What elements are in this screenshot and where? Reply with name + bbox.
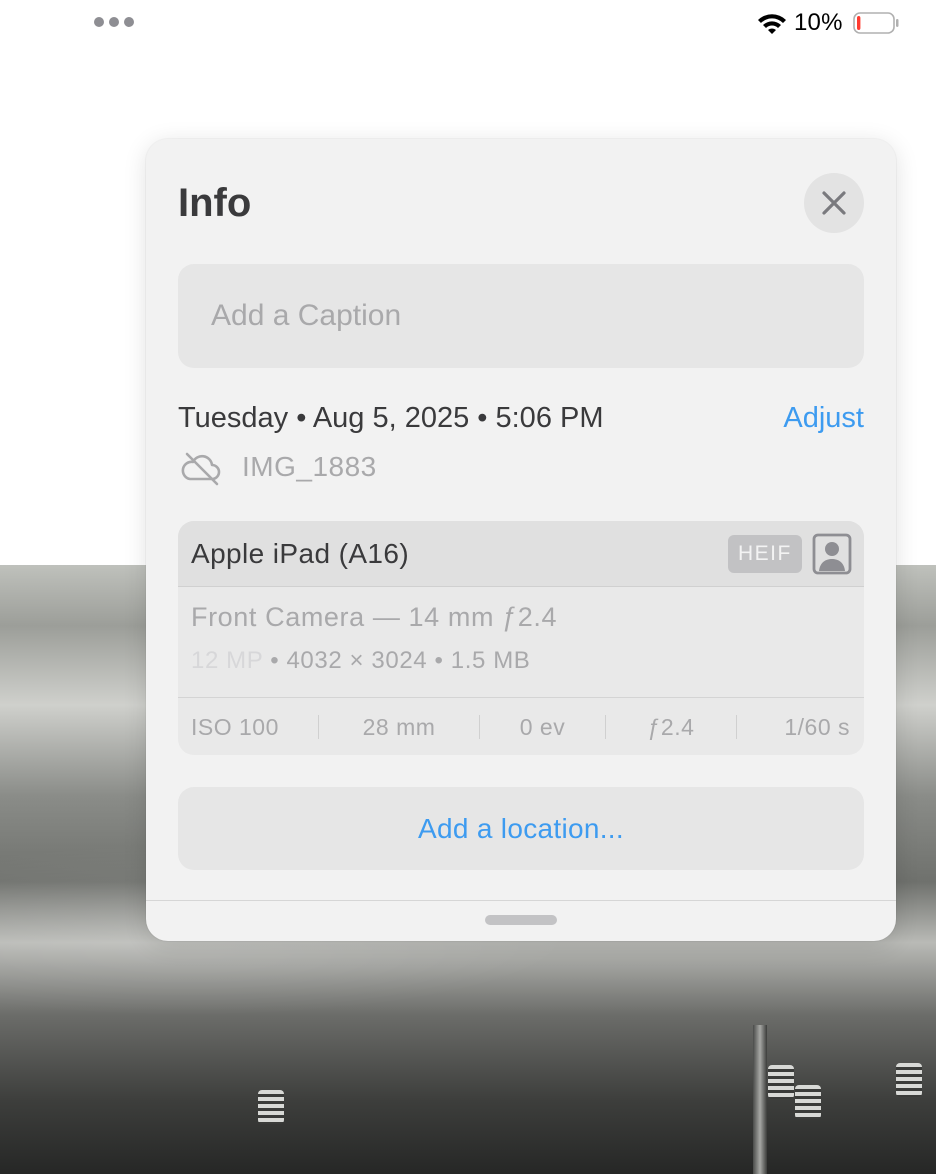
date-time: Tuesday • Aug 5, 2025 • 5:06 PM	[178, 402, 604, 434]
close-button[interactable]	[804, 173, 864, 233]
metadata-header: Apple iPad (A16) HEIF	[178, 521, 864, 587]
exif-focal-length: 28 mm	[362, 713, 436, 740]
adjust-button[interactable]: Adjust	[783, 402, 864, 435]
photo-screw	[768, 1065, 794, 1099]
photo-screw	[896, 1063, 922, 1097]
caption-input[interactable]	[178, 264, 864, 368]
cloud-slash-icon	[181, 452, 221, 486]
photo-screw	[258, 1090, 284, 1124]
multitasking-dots-icon[interactable]	[94, 17, 134, 27]
resize-grabber[interactable]	[485, 915, 557, 925]
close-icon	[822, 191, 846, 215]
panel-title: Info	[178, 181, 252, 225]
wifi-icon	[758, 14, 786, 34]
status-bar: 10%	[0, 0, 936, 48]
format-badge: HEIF	[728, 535, 802, 573]
resolution-size: • 4032 × 3024 • 1.5 MB	[270, 647, 531, 674]
device-name: Apple iPad (A16)	[191, 538, 410, 569]
exif-shutter: 1/60 s	[784, 713, 850, 740]
megapixels: 12 MP	[191, 647, 263, 674]
exif-aperture: ƒ2.4	[647, 713, 695, 740]
portrait-icon[interactable]	[812, 533, 852, 575]
exif-iso: ISO 100	[191, 713, 279, 740]
exif-row: ISO 100 28 mm 0 ev ƒ2.4 1/60 s	[178, 697, 864, 755]
resolution-info: 12 MP • 4032 × 3024 • 1.5 MB	[191, 647, 530, 675]
panel-divider	[146, 900, 896, 901]
filename: IMG_1883	[242, 451, 377, 482]
exif-exposure: 0 ev	[519, 713, 566, 740]
battery-percentage: 10%	[794, 9, 843, 36]
camera-info: Front Camera — 14 mm ƒ2.4	[191, 602, 558, 632]
metadata-card: Apple iPad (A16) HEIF Front Camera — 14 …	[178, 521, 864, 755]
photo-rod	[753, 1025, 767, 1174]
info-panel: Info Tuesday • Aug 5, 2025 • 5:06 PM Adj…	[146, 139, 896, 941]
add-location-button[interactable]: Add a location...	[178, 787, 864, 870]
photo-screw	[795, 1085, 821, 1119]
battery-icon	[853, 12, 899, 34]
